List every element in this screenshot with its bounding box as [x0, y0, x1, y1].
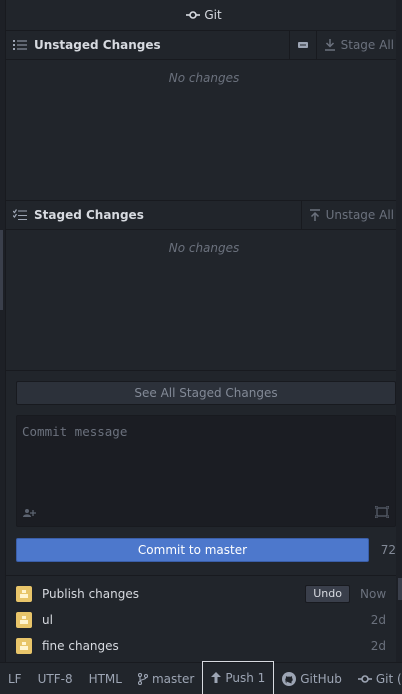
commit-message: fine changes: [42, 639, 119, 653]
commit-row: Commit to master 72: [16, 538, 396, 562]
git-label: Git (0): [375, 671, 402, 686]
grammar-selector[interactable]: HTML: [81, 663, 130, 694]
commit-time: 2d: [370, 639, 386, 653]
see-all-staged-button[interactable]: See All Staged Changes: [16, 381, 396, 405]
stage-all-button[interactable]: Stage All: [315, 30, 402, 60]
avatar: [16, 638, 32, 654]
unstaged-changes-list: No changes: [6, 60, 402, 200]
git-commit-icon: [357, 674, 372, 684]
status-bar: LF UTF-8 HTML master Push 1 GitHub Git (…: [0, 660, 402, 694]
unstaged-empty-message: No changes: [168, 71, 240, 85]
push-label: Push 1: [225, 670, 266, 685]
panel-title-bar: Git: [6, 0, 402, 30]
github-tab-button[interactable]: GitHub: [274, 663, 350, 694]
commit-message: Publish changes: [42, 587, 140, 601]
git-commit-icon: [186, 10, 201, 20]
arrow-up-icon: [211, 672, 222, 683]
staged-changes-title: Staged Changes: [34, 208, 144, 222]
branch-name: master: [151, 671, 195, 686]
recent-commit-item[interactable]: Publish changes Undo Now: [6, 581, 402, 607]
avatar: [16, 586, 32, 602]
stage-all-label: Stage All: [340, 38, 394, 52]
push-button[interactable]: Push 1: [202, 660, 275, 694]
discard-all-button[interactable]: [288, 30, 316, 60]
unstaged-changes-title: Unstaged Changes: [34, 38, 161, 52]
commit-divider: [6, 370, 402, 371]
recent-commits-divider: [6, 575, 402, 576]
branch-selector[interactable]: master: [130, 663, 202, 694]
avatar: [16, 612, 32, 628]
encoding-selector[interactable]: UTF-8: [30, 663, 81, 694]
unstage-all-label: Unstage All: [325, 208, 394, 222]
checklist-icon: [6, 209, 34, 221]
staged-changes-header: Staged Changes Unstage All: [6, 200, 402, 230]
commit-button[interactable]: Commit to master: [16, 538, 369, 562]
right-scrollbar-thumb[interactable]: [398, 578, 402, 600]
git-panel: Git Unstaged Changes Stage All No change…: [6, 0, 402, 662]
commit-message-box: [16, 415, 396, 527]
undo-button[interactable]: Undo: [305, 585, 350, 603]
coauthor-toggle-icon[interactable]: [23, 508, 37, 521]
commit-time: Now: [360, 587, 387, 601]
line-ending-selector[interactable]: LF: [0, 663, 30, 694]
upload-icon: [309, 209, 320, 221]
left-scrollbar-thumb[interactable]: [0, 230, 3, 310]
git-tab-button[interactable]: Git (0): [350, 663, 402, 694]
git-branch-icon: [137, 672, 148, 685]
download-icon: [324, 39, 335, 51]
git-panel-window: Git Unstaged Changes Stage All No change…: [0, 0, 402, 694]
minus-box-icon: [297, 41, 308, 49]
commit-time: 2d: [370, 613, 386, 627]
list-icon: [6, 39, 34, 51]
panel-title: Git: [204, 8, 222, 22]
staged-empty-message: No changes: [168, 241, 240, 255]
staged-changes-list: No changes: [6, 230, 402, 370]
expand-editor-icon[interactable]: [374, 505, 390, 521]
right-scroll-strip: [396, 0, 402, 662]
commit-message: ul: [42, 613, 53, 627]
recent-commit-item[interactable]: ul 2d: [6, 607, 402, 633]
unstaged-changes-header: Unstaged Changes Stage All: [6, 30, 402, 60]
commit-remaining-chars: 72: [380, 543, 396, 557]
commit-message-input[interactable]: [17, 416, 395, 504]
commit-area: See All Staged Changes Commit to master …: [16, 381, 396, 562]
unstage-all-button[interactable]: Unstage All: [300, 200, 402, 230]
github-label: GitHub: [300, 671, 342, 686]
recent-commit-item[interactable]: fine changes 2d: [6, 633, 402, 659]
github-icon: [282, 671, 297, 686]
recent-commits-list: Publish changes Undo Now ul 2d fine chan…: [6, 581, 402, 659]
